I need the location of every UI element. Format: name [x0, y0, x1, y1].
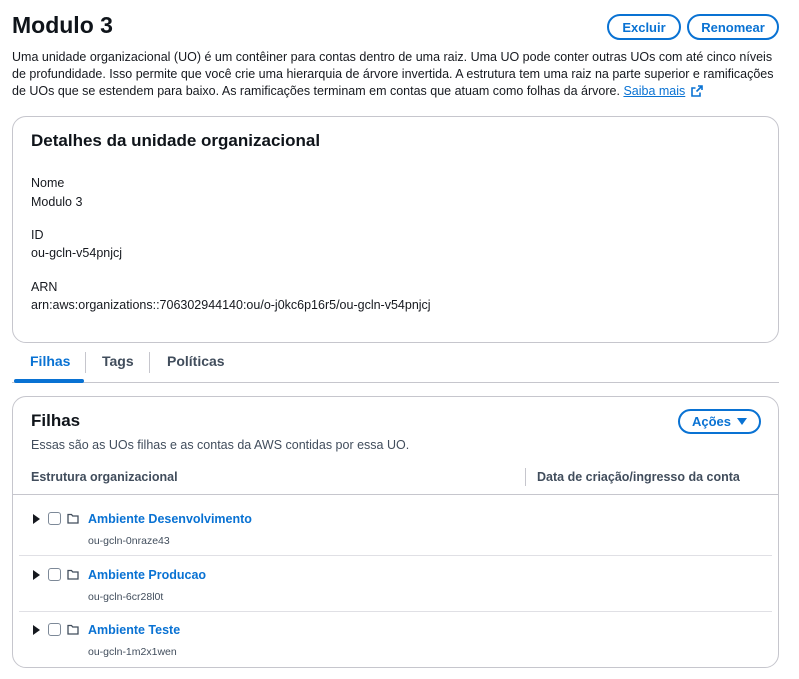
name-label: Nome: [31, 176, 65, 190]
tab-filhas[interactable]: Filhas: [30, 353, 70, 369]
row-name-link[interactable]: Ambiente Teste: [88, 623, 180, 637]
folder-icon: [67, 567, 79, 585]
tab-tags[interactable]: Tags: [102, 353, 134, 369]
column-header-structure[interactable]: Estrutura organizacional: [31, 470, 178, 484]
row-name-link[interactable]: Ambiente Desenvolvimento: [88, 512, 252, 526]
caret-right-icon[interactable]: [33, 514, 40, 524]
arn-label: ARN: [31, 280, 58, 294]
id-label: ID: [31, 228, 44, 242]
table-row: Ambiente Producao ou-gcln-6cr28l0t: [13, 556, 778, 612]
row-ou-id: ou-gcln-1m2x1wen: [88, 646, 177, 658]
row-checkbox[interactable]: [48, 512, 61, 525]
details-card: Detalhes da unidade organizacional Nome …: [12, 116, 779, 343]
caret-down-icon: [737, 418, 748, 425]
actions-label: Ações: [691, 414, 732, 429]
page-title: Modulo 3: [12, 12, 113, 38]
page-description: Uma unidade organizacional (UO) é um con…: [12, 49, 787, 102]
header-divider: [13, 494, 778, 495]
learn-more-link[interactable]: Saiba mais: [623, 84, 685, 98]
children-description: Essas são as UOs filhas e as contas da A…: [31, 438, 410, 452]
rename-button[interactable]: Renomear: [687, 14, 779, 40]
row-name-link[interactable]: Ambiente Producao: [88, 568, 206, 582]
delete-button[interactable]: Excluir: [607, 14, 681, 40]
arn-value: arn:aws:organizations::706302944140:ou/o…: [31, 298, 431, 312]
folder-icon: [67, 622, 79, 640]
tab-separator: [149, 352, 150, 373]
folder-icon: [67, 511, 79, 529]
tab-bar: Filhas Tags Políticas: [12, 346, 779, 383]
column-header-date[interactable]: Data de criação/ingresso da conta: [537, 470, 740, 484]
row-ou-id: ou-gcln-6cr28l0t: [88, 591, 164, 603]
name-value: Modulo 3: [31, 195, 83, 209]
caret-right-icon[interactable]: [33, 570, 40, 580]
details-title: Detalhes da unidade organizacional: [31, 131, 321, 150]
table-row: Ambiente Desenvolvimento ou-gcln-0nraze4…: [13, 500, 778, 556]
tab-separator: [85, 352, 86, 373]
tab-active-indicator: [14, 379, 84, 383]
id-value: ou-gcln-v54pnjcj: [31, 246, 123, 260]
caret-right-icon[interactable]: [33, 625, 40, 635]
external-link-icon[interactable]: [690, 85, 703, 102]
actions-button[interactable]: Ações: [678, 409, 761, 434]
row-checkbox[interactable]: [48, 568, 61, 581]
column-separator: [525, 468, 526, 486]
tab-politicas[interactable]: Políticas: [167, 353, 225, 369]
children-card: Filhas Essas são as UOs filhas e as cont…: [12, 396, 779, 668]
children-title: Filhas: [31, 411, 81, 430]
table-row: Ambiente Teste ou-gcln-1m2x1wen: [13, 611, 778, 667]
row-checkbox[interactable]: [48, 623, 61, 636]
row-ou-id: ou-gcln-0nraze43: [88, 535, 170, 547]
